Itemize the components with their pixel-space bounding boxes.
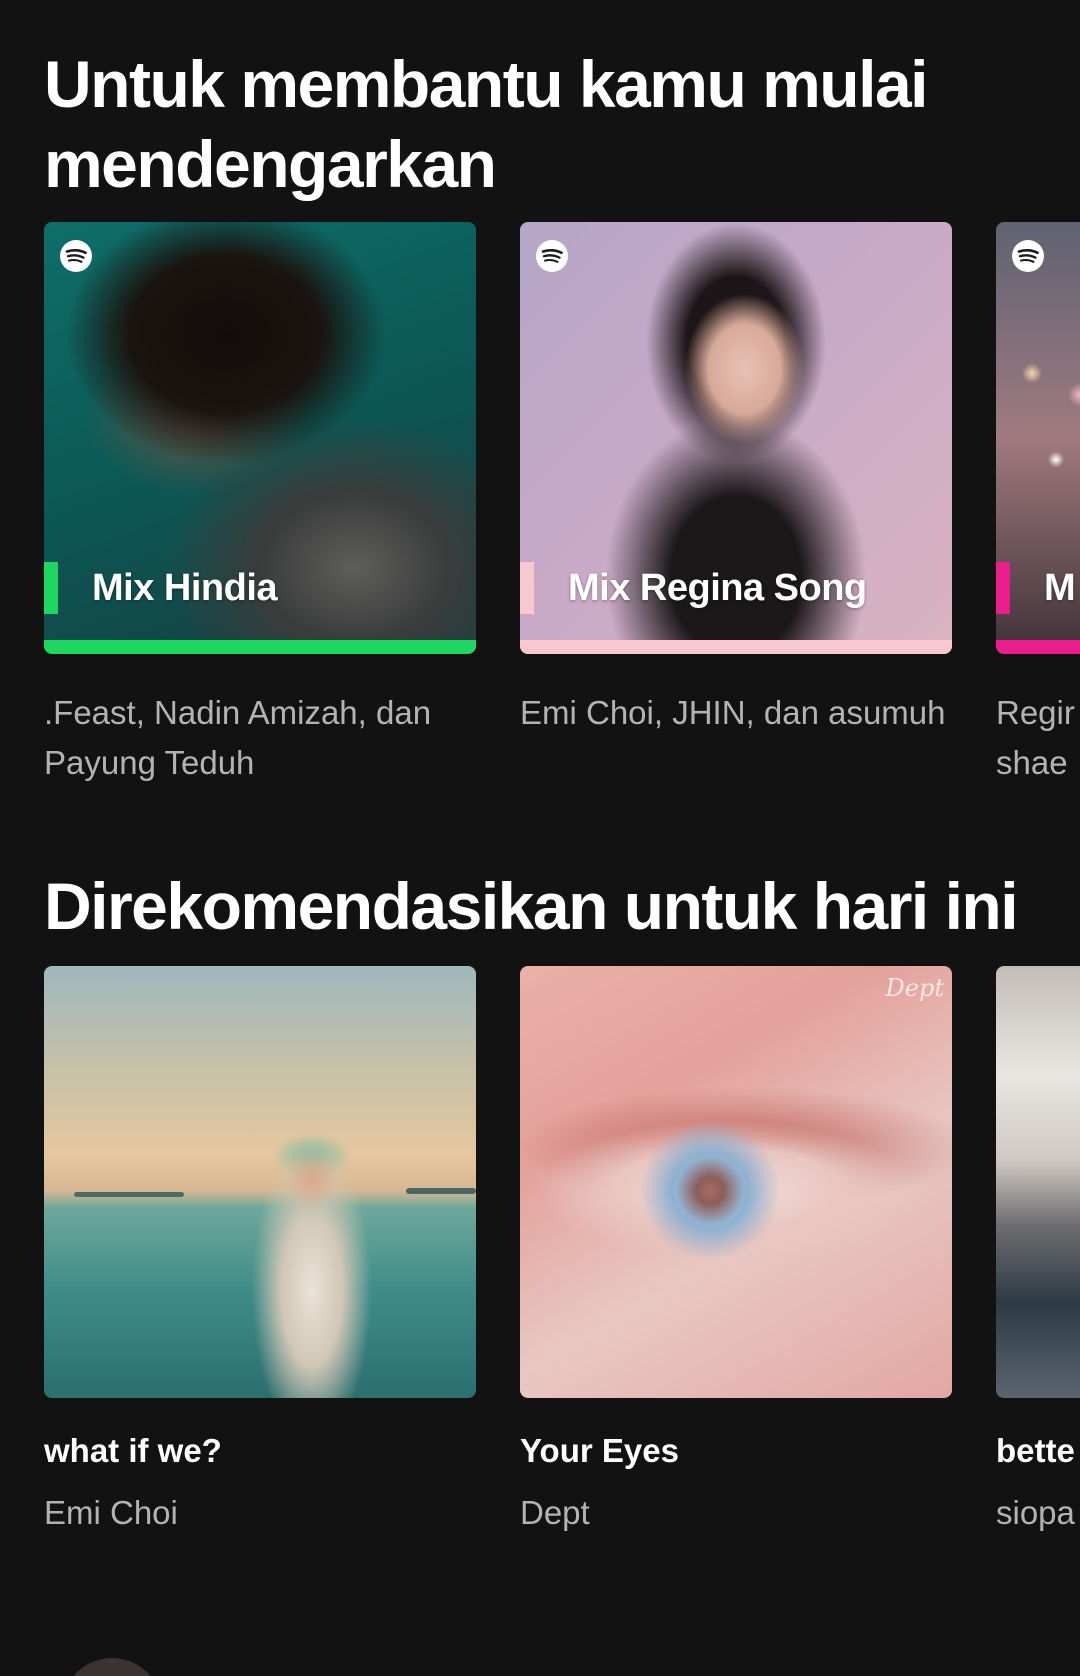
horizon-island <box>74 1192 184 1197</box>
mix-label: M <box>996 562 1076 614</box>
cover-art <box>520 966 952 1398</box>
mix-name: M <box>1044 566 1076 609</box>
mix-label: Mix Regina Song <box>520 562 867 614</box>
album-artist[interactable]: Emi Choi <box>44 1494 178 1532</box>
mix-description: .Feast, Nadin Amizah, dan Payung Teduh <box>44 694 432 781</box>
album-title[interactable]: what if we? <box>44 1432 222 1470</box>
spotify-logo-icon <box>536 240 568 272</box>
mix-description: Regir shae <box>996 694 1075 781</box>
spotify-logo-icon <box>1012 240 1044 272</box>
mix-name: Mix Hindia <box>92 566 278 609</box>
cover-art-signature: Dept <box>885 974 944 1002</box>
mix-name: Mix Regina Song <box>568 566 867 609</box>
mix-accent-bar <box>44 562 58 614</box>
horizon-island <box>406 1188 476 1194</box>
mix-accent-bar <box>520 562 534 614</box>
mix-accent-underline <box>996 640 1080 654</box>
avatar[interactable] <box>62 1658 162 1676</box>
album-artist[interactable]: Dept <box>520 1494 590 1532</box>
section-title-start-listening: Untuk membantu kamu mulai mendengarkan <box>44 47 929 201</box>
cover-art <box>44 966 476 1398</box>
mix-card-third[interactable]: M <box>996 222 1080 654</box>
mix-accent-bar <box>996 562 1010 614</box>
cover-art <box>996 966 1080 1398</box>
album-card-third[interactable] <box>996 966 1080 1398</box>
mix-description: Emi Choi, JHIN, dan asumuh <box>520 694 946 731</box>
home-feed: Untuk membantu kamu mulai mendengarkan M… <box>0 0 1080 1676</box>
album-card-your-eyes[interactable]: Dept <box>520 966 952 1398</box>
album-title[interactable]: bette <box>996 1432 1080 1470</box>
mix-label: Mix Hindia <box>44 562 278 614</box>
mix-accent-underline <box>44 640 476 654</box>
mix-card-hindia[interactable]: Mix Hindia <box>44 222 476 654</box>
mix-accent-underline <box>520 640 952 654</box>
section-title-recommended-today: Direkomendasikan untuk hari ini <box>44 869 1019 943</box>
mix-card-regina-song[interactable]: Mix Regina Song <box>520 222 952 654</box>
album-card-what-if-we[interactable] <box>44 966 476 1398</box>
album-title[interactable]: Your Eyes <box>520 1432 679 1470</box>
album-artist[interactable]: siopa <box>996 1494 1080 1532</box>
spotify-logo-icon <box>60 240 92 272</box>
